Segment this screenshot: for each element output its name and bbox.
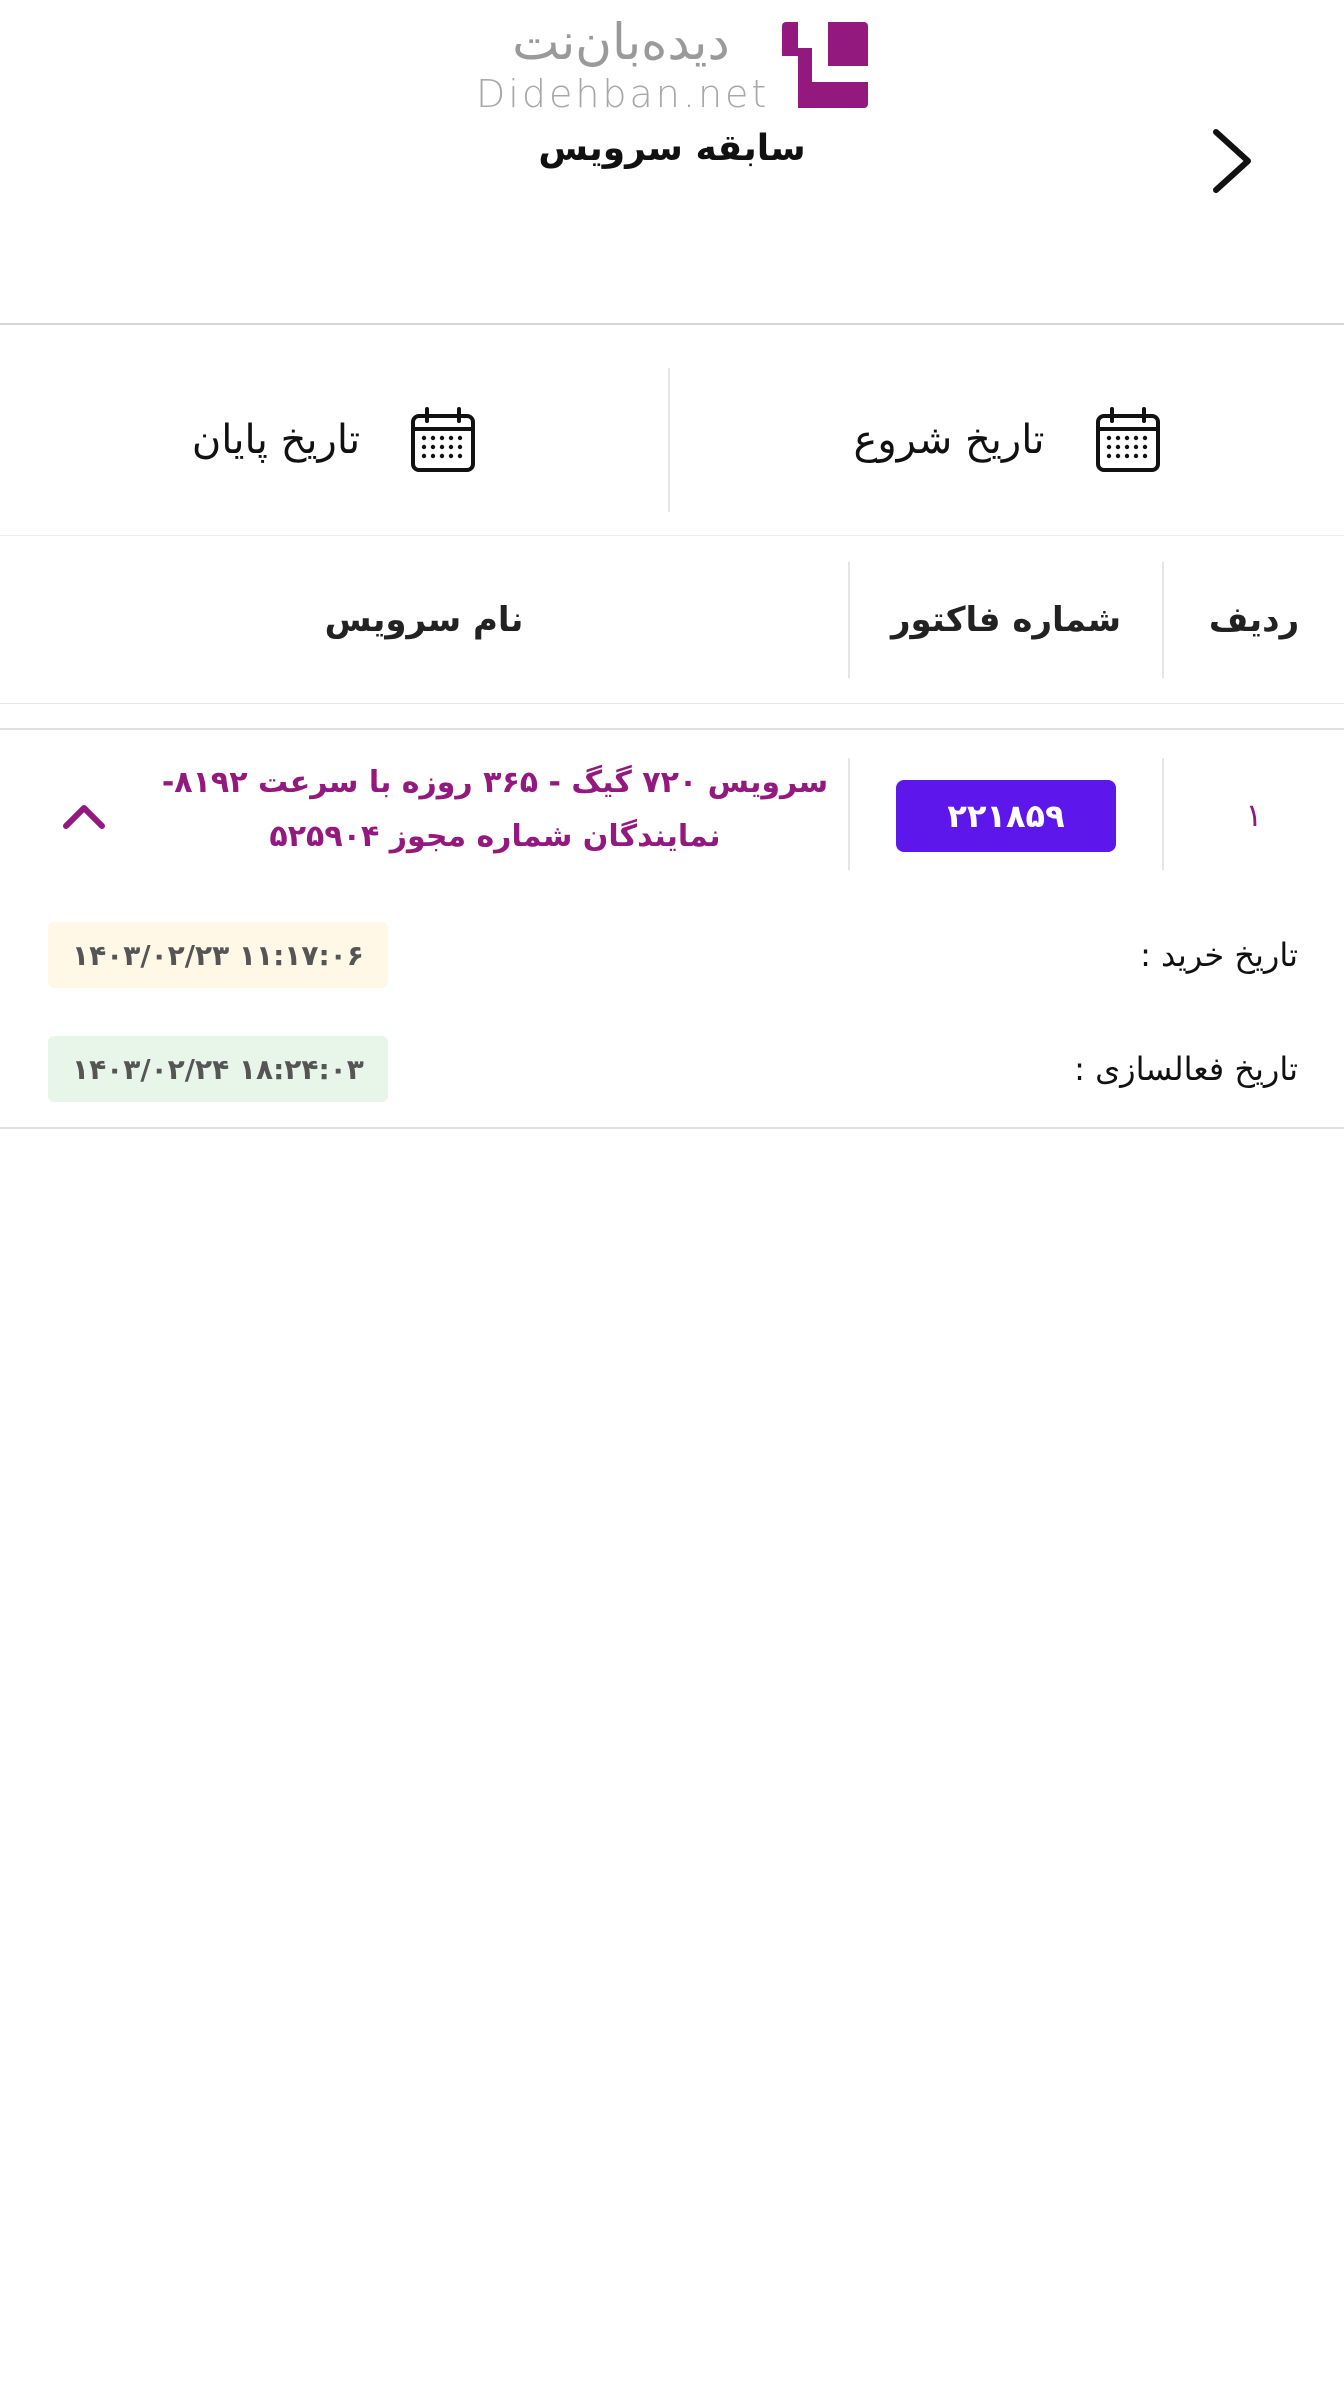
calendar-icon: [411, 407, 476, 472]
purchase-date-label: تاریخ خرید :: [1140, 936, 1298, 974]
header-service-name: نام سرویس: [324, 600, 524, 640]
page-title: سابقه سرویس: [538, 128, 806, 169]
header-col-divider: [848, 562, 850, 678]
service-name-line-2: نمایندگان شماره مجوز ۵۲۵۹۰۴: [269, 819, 721, 854]
header-invoice-number: شماره فاکتور: [890, 600, 1122, 640]
activation-date-label: تاریخ فعالسازی :: [1074, 1050, 1298, 1088]
activation-date-value: ۱۴۰۳/۰۲/۲۴ ۱۸:۲۴:۰۳: [48, 1036, 388, 1102]
logo-mark-icon: [782, 22, 868, 108]
logo: دیده‌بان‌نت Didehban.net: [476, 16, 868, 116]
page: دیده‌بان‌نت Didehban.net سابقه سرویس تار…: [0, 0, 1344, 2389]
service-name: سرویس ۷۲۰ گیگ - ۳۶۵ روزه با سرعت ۸۱۹۲- ن…: [140, 756, 850, 874]
logo-text-fa: دیده‌بان‌نت: [512, 13, 730, 71]
filters-divider: [0, 535, 1344, 536]
row-number: ۱: [1245, 796, 1263, 834]
logo-text-en: Didehban.net: [476, 72, 770, 116]
row-bottom-divider: [0, 1127, 1344, 1129]
table-header-divider: [0, 703, 1344, 704]
row-col-divider: [1162, 758, 1164, 870]
chevron-up-icon[interactable]: [60, 796, 108, 836]
purchase-date-value: ۱۴۰۳/۰۲/۲۳ ۱۱:۱۷:۰۶: [48, 922, 388, 988]
calendar-icon: [1095, 407, 1160, 472]
page-content: دیده‌بان‌نت Didehban.net سابقه سرویس تار…: [0, 0, 1344, 2389]
header-row-number: ردیف: [1208, 600, 1300, 640]
invoice-number-badge[interactable]: ۲۲۱۸۵۹: [896, 780, 1116, 852]
service-name-line-1: سرویس ۷۲۰ گیگ - ۳۶۵ روزه با سرعت ۸۱۹۲-: [161, 765, 829, 800]
start-date-filter[interactable]: تاریخ شروع: [670, 370, 1344, 510]
table-header-divider-2: [0, 728, 1344, 730]
end-date-label: تاریخ پایان: [191, 417, 361, 463]
end-date-filter[interactable]: تاریخ پایان: [0, 370, 668, 510]
filter-divider: [668, 368, 670, 512]
header-divider: [0, 323, 1344, 325]
chevron-right-icon[interactable]: [1206, 126, 1262, 196]
start-date-label: تاریخ شروع: [853, 417, 1045, 463]
header-col-divider: [1162, 562, 1164, 678]
